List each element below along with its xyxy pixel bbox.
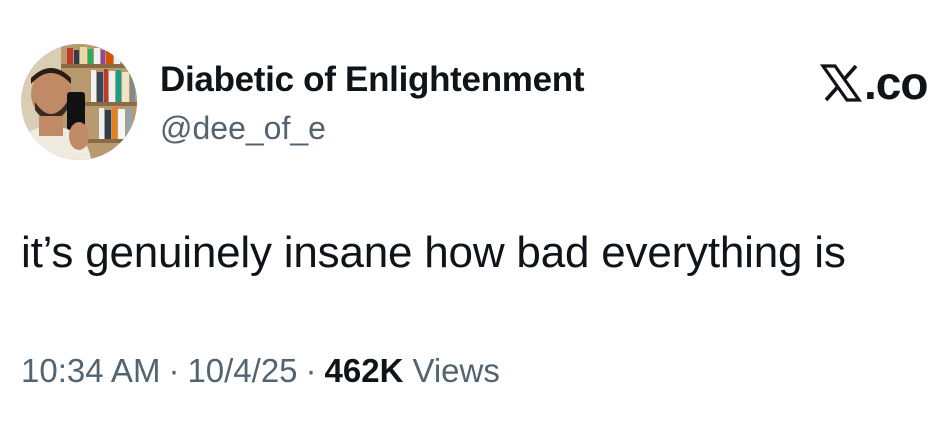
tweet-time[interactable]: 10:34 AM [21, 352, 160, 390]
tweet-card: Diabetic of Enlightenment @dee_of_e .co … [0, 0, 934, 424]
views-count: 462K [324, 352, 404, 389]
brand-text: .co [864, 57, 928, 109]
avatar[interactable] [21, 44, 137, 160]
meta-separator: · [305, 352, 317, 389]
author-display-name[interactable]: Diabetic of Enlightenment [160, 60, 585, 100]
views-label: Views [412, 352, 500, 389]
brand-logo: .co [818, 56, 934, 110]
x-logo-icon [819, 64, 863, 102]
avatar-photo [21, 44, 137, 160]
tweet-text: it’s genuinely insane how bad everything… [21, 228, 846, 277]
author-handle[interactable]: @dee_of_e [160, 110, 326, 147]
tweet-meta: 10:34 AM · 10/4/25 · 462K Views [21, 352, 500, 390]
meta-separator: · [168, 352, 180, 389]
tweet-date[interactable]: 10/4/25 [187, 352, 297, 390]
